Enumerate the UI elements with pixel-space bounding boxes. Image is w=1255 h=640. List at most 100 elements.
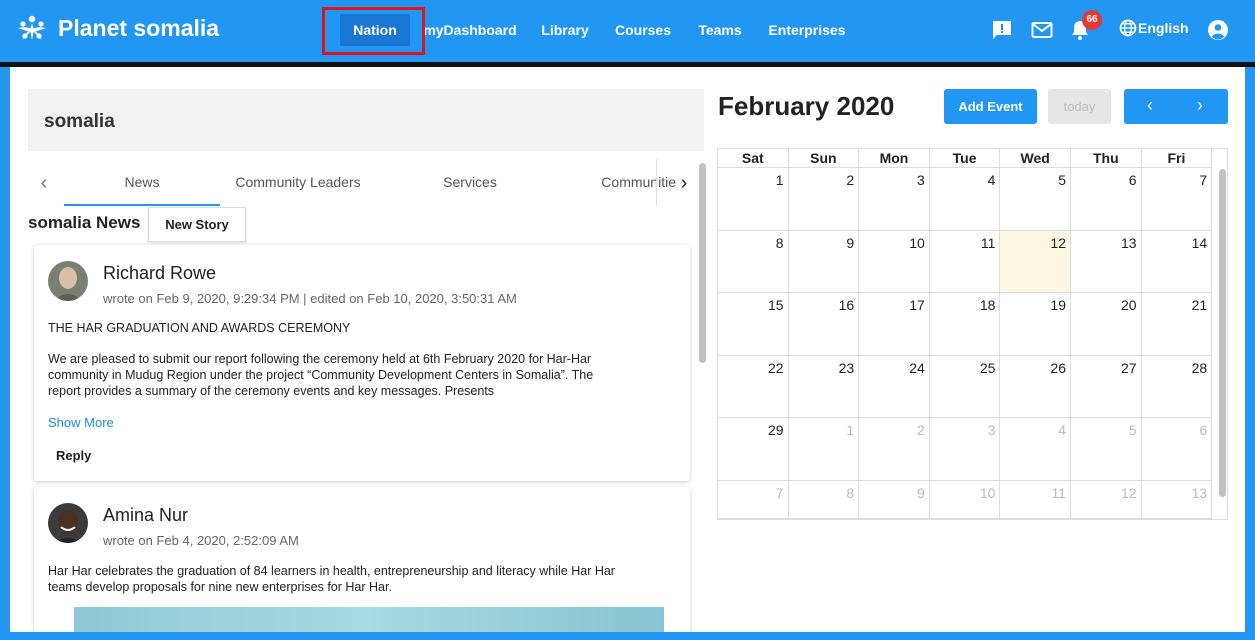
next-month-icon[interactable]: › (1180, 95, 1220, 116)
news-post: Amina Nur wrote on Feb 4, 2020, 2:52:09 … (34, 487, 690, 632)
calendar-day[interactable]: 19 (1000, 293, 1071, 356)
tab-news[interactable]: News (64, 159, 220, 206)
reply-button[interactable]: Reply (48, 441, 98, 471)
calendar-day[interactable]: 6 (1141, 418, 1213, 481)
calendar-scrollbar[interactable] (1217, 167, 1227, 499)
calendar-day[interactable]: 8 (788, 481, 860, 519)
account-icon[interactable] (1206, 18, 1230, 42)
calendar-day[interactable]: 5 (1071, 418, 1142, 481)
notification-badge: 66 (1082, 10, 1102, 30)
calendar-day[interactable]: 6 (1071, 168, 1142, 231)
calendar-day[interactable]: 3 (859, 168, 930, 231)
calendar-day-number: 7 (775, 485, 784, 501)
calendar-day[interactable]: 7 (1141, 168, 1213, 231)
weekday-header: Thu (1071, 149, 1142, 168)
calendar-day[interactable]: 3 (929, 418, 1001, 481)
add-event-button[interactable]: Add Event (944, 89, 1037, 124)
calendar-day[interactable]: 4 (1000, 418, 1071, 481)
calendar-day[interactable]: 9 (859, 481, 930, 519)
calendar-day[interactable]: 1 (718, 168, 789, 231)
calendar-day-number: 25 (979, 359, 996, 376)
news-scrollbar[interactable] (698, 159, 708, 619)
top-bar: Planet somalia Nation myDashboard Librar… (0, 0, 1255, 62)
calendar-day-number: 20 (1121, 297, 1137, 314)
weekday-header: Sun (788, 149, 860, 168)
post-heading: THE HAR GRADUATION AND AWARDS CEREMONY (48, 321, 351, 335)
calendar-day[interactable]: 12 (1071, 481, 1142, 519)
show-more-link[interactable]: Show More (48, 415, 114, 430)
calendar-day-number: 2 (916, 422, 925, 439)
calendar-scrollbar-thumb[interactable] (1219, 169, 1226, 497)
calendar-day[interactable]: 16 (788, 293, 860, 356)
calendar-day-number: 7 (1199, 172, 1208, 188)
tab-community-leaders[interactable]: Community Leaders (220, 159, 376, 206)
calendar-grid: Sat Sun Mon Tue Wed Thu Fri 1 2 3 4 5 6 7 8 9 10 11 12 13 14… (717, 148, 1228, 520)
calendar-day[interactable]: 22 (718, 355, 789, 419)
calendar-day[interactable]: 10 (859, 230, 930, 294)
calendar-day[interactable]: 10 (929, 481, 1001, 519)
prev-month-icon[interactable]: ‹ (1130, 95, 1170, 116)
calendar-day-number: 13 (1191, 485, 1208, 501)
calendar-day-number: 6 (1199, 422, 1208, 439)
language-label: English (1138, 20, 1189, 36)
calendar-day[interactable]: 28 (1141, 355, 1213, 419)
calendar-day[interactable]: 13 (1071, 230, 1142, 294)
calendar-day[interactable]: 1 (788, 418, 860, 481)
calendar-day[interactable]: 8 (718, 230, 789, 294)
mail-icon[interactable] (1030, 18, 1054, 42)
nav-library[interactable]: Library (534, 14, 596, 46)
calendar-day[interactable]: 17 (859, 293, 930, 356)
calendar-day-number: 10 (979, 485, 996, 501)
tab-scroll-right-icon[interactable]: › (672, 171, 696, 195)
calendar-day[interactable]: 20 (1071, 293, 1142, 356)
calendar-day[interactable]: 12 (1000, 230, 1071, 294)
nav-enterprises[interactable]: Enterprises (764, 14, 850, 46)
weekday-header: Tue (929, 149, 1001, 168)
tab-divider (656, 159, 657, 206)
nation-tabs: ‹ News Community Leaders Services Commun… (28, 159, 704, 207)
post-body-line: community in Mudug Region under the proj… (48, 368, 594, 382)
feedback-icon[interactable] (990, 18, 1014, 42)
calendar-title: February 2020 (718, 91, 895, 121)
language-selector[interactable]: English (1118, 18, 1189, 38)
calendar-day[interactable]: 21 (1141, 293, 1213, 356)
calendar-day[interactable]: 14 (1141, 230, 1213, 294)
nation-name: somalia (44, 111, 115, 132)
brand[interactable]: Planet somalia (14, 10, 219, 46)
calendar-day-number: 12 (1050, 234, 1066, 251)
calendar-day-number: 1 (846, 422, 855, 439)
calendar-day[interactable]: 2 (788, 168, 860, 231)
calendar-day[interactable]: 11 (929, 230, 1001, 294)
tab-services[interactable]: Services (392, 159, 548, 206)
calendar-day-number: 21 (1191, 297, 1208, 314)
calendar-day[interactable]: 18 (929, 293, 1001, 356)
calendar-day[interactable]: 24 (859, 355, 930, 419)
calendar-day[interactable]: 25 (929, 355, 1001, 419)
calendar-day-number: 1 (775, 172, 784, 188)
calendar-day[interactable]: 2 (859, 418, 930, 481)
calendar-day[interactable]: 29 (718, 418, 789, 481)
calendar-day[interactable]: 4 (929, 168, 1001, 231)
post-body-line: report provides a summary of the ceremon… (48, 384, 495, 398)
calendar-day[interactable]: 7 (718, 481, 789, 519)
calendar-day-number: 19 (1050, 297, 1066, 314)
calendar-day[interactable]: 27 (1071, 355, 1142, 419)
calendar-day[interactable]: 9 (788, 230, 860, 294)
new-story-button[interactable]: New Story (148, 207, 246, 242)
calendar-day[interactable]: 26 (1000, 355, 1071, 419)
calendar-day-number: 14 (1191, 234, 1208, 251)
post-meta: wrote on Feb 4, 2020, 2:52:09 AM (103, 533, 299, 548)
nav-teams[interactable]: Teams (692, 14, 748, 46)
calendar-day[interactable]: 15 (718, 293, 789, 356)
calendar-day[interactable]: 13 (1141, 481, 1213, 519)
calendar-day[interactable]: 11 (1000, 481, 1071, 519)
tab-scroll-left-icon[interactable]: ‹ (32, 171, 56, 195)
news-scrollbar-thumb[interactable] (699, 163, 706, 363)
nav-courses[interactable]: Courses (610, 14, 676, 46)
calendar-day-number: 18 (979, 297, 996, 314)
calendar-day[interactable]: 5 (1000, 168, 1071, 231)
today-button[interactable]: today (1048, 89, 1111, 124)
calendar-day[interactable]: 23 (788, 355, 860, 419)
nav-mydashboard[interactable]: myDashboard (420, 14, 520, 46)
avatar (48, 503, 88, 543)
